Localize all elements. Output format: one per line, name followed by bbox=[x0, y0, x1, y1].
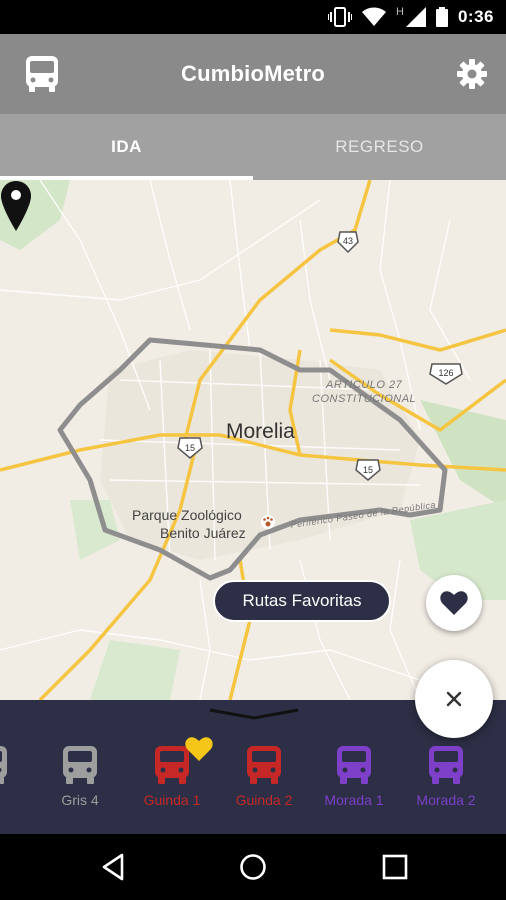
tooltip-label: Rutas Favoritas bbox=[242, 591, 362, 610]
direction-tabs: IDA REGRESO bbox=[0, 114, 506, 180]
route-name: Morada 1 bbox=[324, 792, 384, 808]
bus-icon bbox=[0, 746, 7, 784]
route-item[interactable]: Morada 1 bbox=[308, 744, 400, 808]
android-nav-bar bbox=[0, 834, 506, 900]
map-view[interactable]: 43 126 15 15 Morelia Parque Zoológico Be… bbox=[0, 180, 506, 700]
collapse-handle-icon[interactable] bbox=[208, 706, 300, 720]
route-name: 3 bbox=[0, 792, 36, 808]
route-name: Morada 2 bbox=[416, 792, 476, 808]
bus-icon bbox=[429, 746, 463, 784]
route-list: 3 Gris 4 Guinda 1 Guinda 2 Morada 1 Morada 2 bbox=[0, 737, 506, 824]
bus-icon bbox=[247, 746, 281, 784]
heart-icon bbox=[440, 591, 468, 615]
area-label-line2: CONSTITUCIONAL bbox=[312, 393, 417, 405]
tab-ida[interactable]: IDA bbox=[0, 114, 253, 180]
highway-15-label-b: 15 bbox=[363, 465, 373, 475]
app-title: CumbioMetro bbox=[181, 61, 325, 86]
route-item[interactable]: 3 bbox=[0, 744, 36, 808]
route-name: Gris 4 bbox=[61, 792, 99, 808]
close-menu-button[interactable] bbox=[415, 660, 493, 738]
network-type-label: H bbox=[396, 6, 404, 18]
location-pin-icon[interactable] bbox=[0, 180, 32, 232]
highway-shield-43: 43 bbox=[337, 231, 359, 254]
close-icon bbox=[446, 691, 462, 707]
highway-15-label-a: 15 bbox=[185, 443, 195, 453]
favorite-heart-icon bbox=[185, 737, 213, 761]
clock: 0:36 bbox=[457, 7, 494, 26]
battery-icon bbox=[435, 7, 448, 27]
tab-ida-label: IDA bbox=[111, 137, 142, 156]
home-icon[interactable] bbox=[238, 852, 268, 882]
poi-label-line2: Benito Juárez bbox=[160, 525, 246, 541]
route-item[interactable]: Guinda 1 bbox=[126, 737, 218, 808]
route-name: Guinda 1 bbox=[143, 792, 201, 808]
wifi-icon bbox=[362, 7, 387, 26]
back-icon[interactable] bbox=[98, 852, 128, 882]
route-item[interactable]: Guinda 2 bbox=[218, 744, 310, 808]
recents-icon[interactable] bbox=[380, 852, 410, 882]
settings-gear-icon[interactable] bbox=[456, 58, 488, 90]
tab-regreso[interactable]: REGRESO bbox=[253, 114, 506, 180]
favorites-button[interactable] bbox=[426, 575, 482, 631]
highway-shield-126: 126 bbox=[429, 363, 463, 385]
highway-126-label: 126 bbox=[438, 368, 453, 378]
signal-icon bbox=[405, 7, 426, 27]
vibrate-icon bbox=[328, 7, 353, 27]
route-name: Guinda 2 bbox=[235, 792, 293, 808]
app-bar: CumbioMetro bbox=[0, 34, 506, 114]
favorite-routes-tooltip: Rutas Favoritas bbox=[213, 580, 391, 622]
bus-icon bbox=[63, 746, 97, 784]
route-item[interactable]: Morada 2 bbox=[400, 744, 492, 808]
area-label-line1: ARTICULO 27 bbox=[325, 379, 403, 391]
route-item[interactable]: Gris 4 bbox=[34, 744, 126, 808]
area-label: ARTICULO 27 CONSTITUCIONAL bbox=[312, 378, 416, 406]
zoo-paw-icon bbox=[261, 515, 275, 529]
tab-regreso-label: REGRESO bbox=[335, 137, 424, 156]
bus-logo-icon bbox=[26, 56, 58, 92]
highway-43-label: 43 bbox=[343, 236, 353, 246]
poi-label-line1: Parque Zoológico bbox=[132, 507, 242, 523]
poi-label: Parque Zoológico Benito Juárez bbox=[132, 506, 246, 542]
city-label: Morelia bbox=[226, 420, 295, 443]
bus-icon bbox=[337, 746, 371, 784]
status-bar: H 0:36 bbox=[0, 0, 506, 34]
